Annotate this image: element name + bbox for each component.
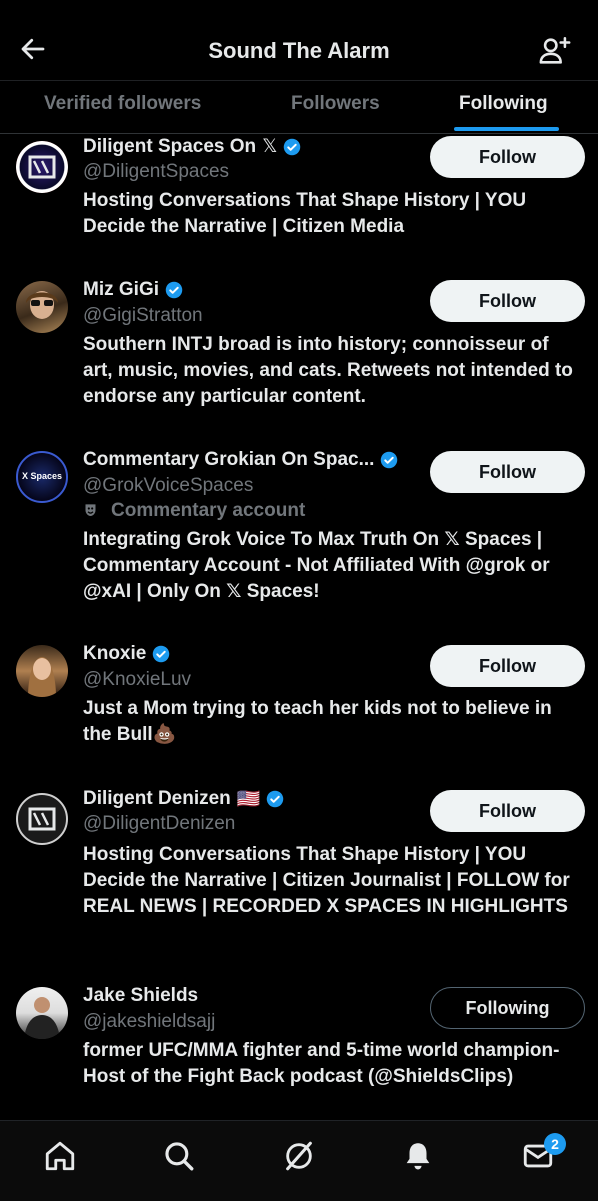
avatar[interactable]: X Spaces xyxy=(16,451,68,503)
account-bio: Southern INTJ broad is into history; con… xyxy=(83,334,573,407)
account-name: Knoxie xyxy=(83,643,147,664)
notifications-icon[interactable] xyxy=(401,1139,435,1173)
avatar[interactable] xyxy=(16,141,68,193)
tab-followers[interactable]: Followers xyxy=(291,93,380,115)
search-icon[interactable] xyxy=(162,1139,196,1173)
diligent-logo-icon xyxy=(28,155,56,179)
grok-icon[interactable] xyxy=(282,1139,316,1173)
verified-badge-icon xyxy=(153,645,170,663)
page-title: Sound The Alarm xyxy=(208,38,390,63)
account-handle: @jakeshieldsajj xyxy=(83,1011,216,1032)
active-tab-indicator xyxy=(454,127,559,131)
account-handle: @DiligentDenizen xyxy=(83,813,236,834)
account-handle: @GrokVoiceSpaces xyxy=(83,475,254,496)
account-bio: former UFC/MMA fighter and 5-time world … xyxy=(83,1040,560,1087)
account-bio: Hosting Conversations That Shape History… xyxy=(83,844,570,917)
tab-verified-followers[interactable]: Verified followers xyxy=(44,93,201,115)
avatar[interactable] xyxy=(16,793,68,845)
verified-badge-icon xyxy=(381,451,398,469)
account-name: Commentary Grokian On Spac... xyxy=(83,449,375,470)
account-handle: @DiligentSpaces xyxy=(83,161,230,182)
follow-button[interactable]: Follow xyxy=(430,451,585,493)
account-name: Jake Shields xyxy=(83,985,199,1006)
home-icon[interactable] xyxy=(43,1139,77,1173)
avatar[interactable] xyxy=(16,987,68,1039)
theater-masks-icon xyxy=(85,504,96,516)
avatar-text: X Spaces xyxy=(21,471,63,481)
account-name: Miz GiGi xyxy=(83,279,159,300)
portrait-avatar-icon xyxy=(26,291,58,319)
account-name: Diligent Denizen xyxy=(83,788,231,809)
tab-following[interactable]: Following xyxy=(459,93,548,115)
diligent-logo-icon xyxy=(28,807,56,831)
following-button[interactable]: Following xyxy=(430,987,585,1029)
portrait-avatar-icon xyxy=(28,657,56,697)
account-bio: Just a Mom trying to teach her kids not … xyxy=(83,698,552,745)
avatar[interactable] xyxy=(16,281,68,333)
account-bio: Hosting Conversations That Shape History… xyxy=(83,190,527,237)
follow-button[interactable]: Follow xyxy=(430,645,585,687)
portrait-avatar-icon xyxy=(24,997,60,1039)
account-bio: Integrating Grok Voice To Max Truth On 𝕏… xyxy=(83,529,550,602)
verified-badge-icon xyxy=(165,281,183,299)
account-handle: @GigiStratton xyxy=(83,305,203,326)
messages-badge: 2 xyxy=(544,1133,566,1155)
us-flag-emoji: 🇺🇸 xyxy=(236,789,261,810)
person-add-icon[interactable] xyxy=(538,34,572,68)
verified-badge-icon xyxy=(284,138,301,155)
account-list: Diligent Spaces On 𝕏 @DiligentSpaces Hos… xyxy=(0,133,598,1120)
account-handle: @KnoxieLuv xyxy=(83,669,192,690)
avatar[interactable] xyxy=(16,645,68,697)
account-label: Commentary account xyxy=(111,500,306,521)
verified-badge-icon xyxy=(267,790,284,808)
follow-button[interactable]: Follow xyxy=(430,280,585,322)
follow-button[interactable]: Follow xyxy=(430,790,585,832)
x-logo: 𝕏 xyxy=(262,136,278,157)
account-name: Diligent Spaces On xyxy=(83,135,257,157)
top-bar: Sound The Alarm xyxy=(0,0,598,80)
follow-button[interactable]: Follow xyxy=(430,136,585,178)
tab-bar: Verified followers Followers Following xyxy=(0,80,598,134)
bottom-navigation xyxy=(0,1120,598,1201)
